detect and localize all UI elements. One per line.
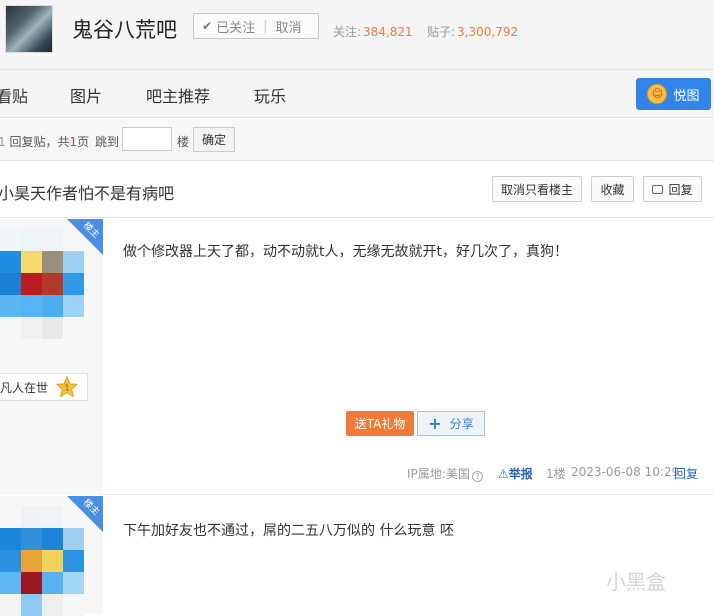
- followers-stat: 关注: 384,821: [333, 23, 413, 40]
- favorite-button[interactable]: 收藏: [591, 176, 634, 202]
- followed-label: 已关注: [216, 20, 256, 36]
- unfollow-label[interactable]: 取消: [275, 17, 301, 36]
- report-link[interactable]: ⚠举报: [498, 465, 533, 482]
- nav-item-featured[interactable]: 吧主推荐: [146, 83, 210, 107]
- followers-count: 384,821: [363, 25, 413, 39]
- post-content: 做个修改器上天了都，动不动就t人，无缘无故就开t，好几次了，真狗！: [123, 244, 568, 260]
- thread-title: 小昊天作者怕不是有病吧: [0, 184, 175, 203]
- reply-button[interactable]: 回复: [643, 176, 702, 202]
- pages-suffix: 页: [77, 135, 90, 149]
- floor-number: 1楼: [546, 467, 566, 481]
- yuetu-button[interactable]: ☺ 悦图: [636, 78, 711, 110]
- comment-icon: [652, 184, 664, 194]
- share-button[interactable]: + 分享: [417, 411, 485, 436]
- post-floor-1: 楼主 凡人在世 1 做个修改器上天了都，动不动就t人，无缘无故就开t，好几次了，…: [0, 219, 714, 495]
- share-label: 分享: [449, 417, 474, 431]
- reply-button-label: 回复: [668, 182, 693, 197]
- reply-link[interactable]: 回复: [674, 465, 698, 482]
- ip-location-text: IP属地:美国: [407, 467, 470, 481]
- post-date: 2023-06-08 10:29: [571, 465, 680, 479]
- forum-header: 鬼谷八荒吧 ✔ 已关注 | 取消 关注: 384,821 贴子: 3,300,792: [0, 0, 714, 70]
- watermark-logo: 小黑盒: [606, 570, 666, 594]
- replies-prefix: 回复贴，共: [9, 135, 70, 149]
- only-op-button[interactable]: 取消只看楼主: [492, 176, 582, 202]
- jump-label: 跳到: [95, 135, 120, 149]
- posts-count: 3,300,792: [457, 25, 519, 39]
- follow-toggle-button[interactable]: ✔ 已关注 | 取消: [193, 13, 319, 39]
- help-icon[interactable]: ?: [471, 471, 483, 482]
- posts-stat: 贴子: 3,300,792: [427, 23, 518, 40]
- post-floor-2: 楼主 下午加好友也不通过，屌的二五八万似的 什么玩意 呸: [0, 496, 714, 616]
- emoji-face-icon: ☺: [647, 84, 668, 104]
- nav-item-fun[interactable]: 玩乐: [254, 83, 286, 107]
- pager-bar: 1 回复贴，共1页 跳到 楼 确定: [0, 119, 714, 161]
- ip-location: IP属地:美国?: [407, 465, 483, 482]
- user-level-badge[interactable]: 凡人在世 1: [0, 373, 88, 401]
- plus-icon: +: [428, 414, 442, 433]
- jump-confirm-button[interactable]: 确定: [193, 127, 235, 152]
- reply-count-text: 1 回复贴，共1页: [0, 135, 90, 149]
- jump-page-input[interactable]: [122, 127, 172, 151]
- nav-item-images[interactable]: 图片: [70, 83, 102, 107]
- forum-nav: 看贴 图片 吧主推荐 玩乐 ☺ 悦图: [0, 70, 714, 118]
- post-content: 下午加好友也不通过，屌的二五八万似的 什么玩意 呸: [123, 523, 454, 539]
- report-label: 举报: [508, 467, 533, 481]
- pages-count: 1: [69, 135, 78, 149]
- yuetu-label: 悦图: [673, 88, 700, 104]
- followers-label: 关注:: [333, 25, 362, 39]
- forum-name[interactable]: 鬼谷八荒吧: [72, 14, 177, 44]
- floor-label: 楼: [177, 135, 190, 149]
- posts-label: 贴子:: [427, 25, 456, 39]
- checkmark-icon: ✔: [202, 19, 213, 33]
- nav-item-posts[interactable]: 看贴: [0, 83, 28, 107]
- level-number: 1: [64, 383, 69, 393]
- author-panel: 楼主: [0, 496, 103, 616]
- author-panel: 楼主 凡人在世 1: [0, 219, 103, 495]
- divider: |: [263, 18, 268, 34]
- forum-logo[interactable]: [5, 5, 53, 53]
- thread-title-bar: 小昊天作者怕不是有病吧 取消只看楼主 收藏 回复: [0, 162, 714, 218]
- level-star-icon: 1: [56, 376, 78, 398]
- level-name: 凡人在世: [0, 380, 49, 395]
- send-gift-button[interactable]: 送TA礼物: [346, 411, 414, 436]
